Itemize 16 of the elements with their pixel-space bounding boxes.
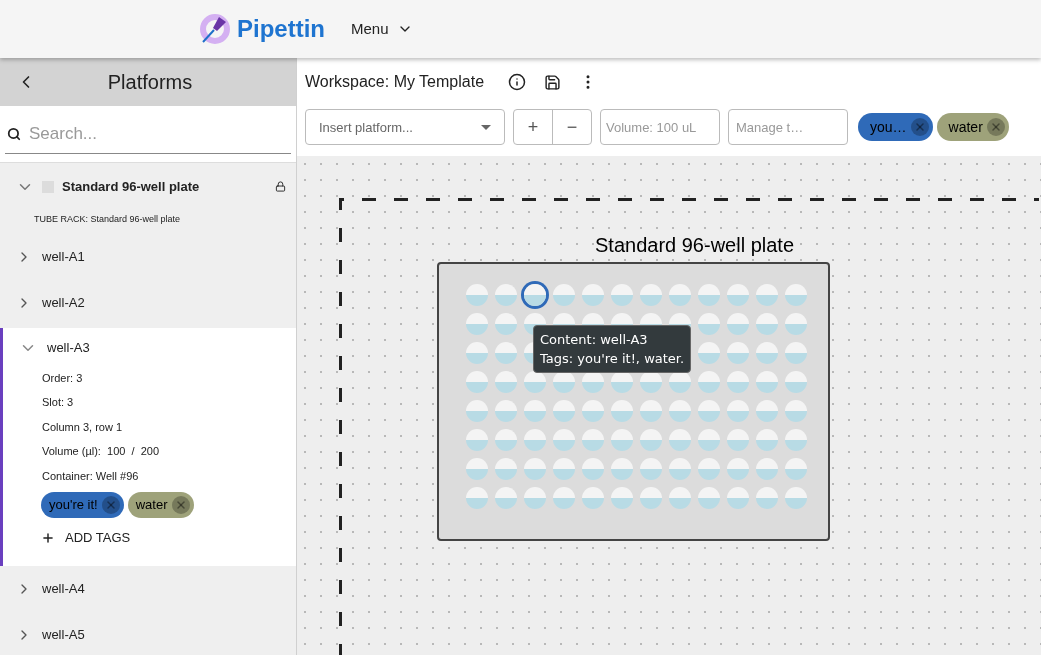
tag-label: water (135, 496, 168, 515)
tooltip-line: Tags: you're it!, water. (540, 350, 685, 368)
detail-text: Order: 3 (42, 370, 84, 386)
detail-text: Container: Well #96 (42, 468, 140, 484)
tag-label: water (948, 117, 983, 137)
platform-subtitle: TUBE RACK: Standard 96-well plate (33, 212, 182, 226)
workspace-title: Workspace: My Template (305, 72, 485, 92)
brand-name: Pipettin (237, 14, 325, 44)
tag-label: you're it! (49, 496, 98, 515)
sidebar-title: Platforms (106, 70, 194, 95)
tag-label: you… (870, 117, 907, 137)
detail-text: Column 3, row 1 (42, 419, 124, 435)
detail-text: Slot: 3 (42, 395, 75, 410)
detail-text: Volume (µl): 100 / 200 (42, 444, 160, 459)
tooltip-line: Content: well-A3 (540, 331, 649, 349)
plate-title: Standard 96-well plate (595, 233, 794, 258)
